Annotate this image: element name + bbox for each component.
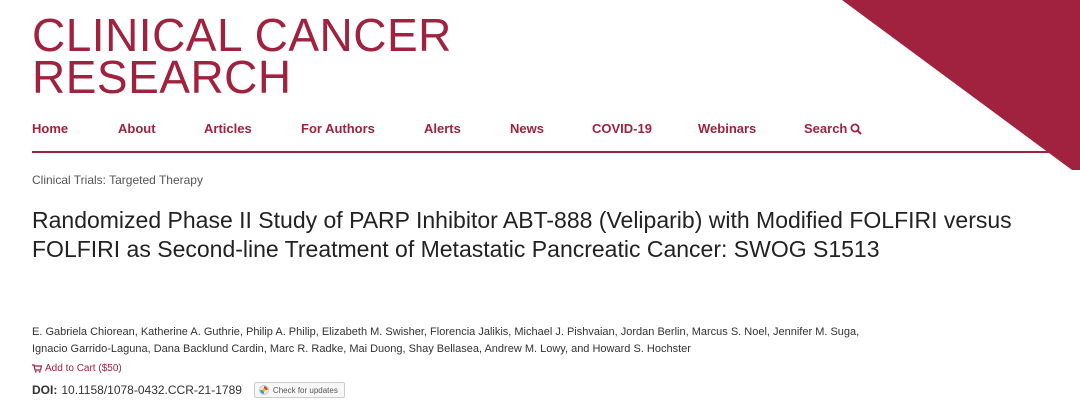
nav-search[interactable]: Search [804, 121, 863, 139]
journal-logo[interactable]: CLINICAL CANCER RESEARCH [32, 9, 452, 103]
check-for-updates-label: Check for updates [272, 385, 338, 395]
nav-news[interactable]: News [510, 121, 592, 139]
article-title: Randomized Phase II Study of PARP Inhibi… [32, 207, 1012, 262]
crossmark-icon [259, 385, 269, 395]
header-divider [32, 151, 1080, 153]
nav-alerts[interactable]: Alerts [424, 121, 510, 139]
cart-icon [32, 364, 42, 373]
main-nav: Home About Articles For Authors Alerts N… [32, 121, 863, 139]
doi-label: DOI: [32, 383, 58, 397]
logo-line-1: CLINICAL CANCER [32, 9, 452, 61]
check-for-updates-button[interactable]: Check for updates [253, 382, 345, 398]
header-corner-decoration [842, 0, 1080, 170]
nav-home[interactable]: Home [32, 121, 118, 139]
author-list: E. Gabriela Chiorean, Katherine A. Guthr… [32, 324, 1052, 358]
logo-line-2: RESEARCH [32, 51, 292, 103]
add-to-cart-link[interactable]: Add to Cart ($50) [32, 363, 122, 374]
article-category[interactable]: Clinical Trials: Targeted Therapy [32, 173, 203, 187]
authors-line-2[interactable]: Ignacio Garrido-Laguna, Dana Backlund Ca… [32, 341, 1052, 358]
nav-articles[interactable]: Articles [204, 121, 301, 139]
nav-about[interactable]: About [118, 121, 204, 139]
search-icon [850, 123, 863, 135]
doi-row: DOI: 10.1158/1078-0432.CCR-21-1789 Check… [32, 382, 345, 398]
add-to-cart-label: Add to Cart ($50) [45, 363, 122, 374]
doi-value[interactable]: 10.1158/1078-0432.CCR-21-1789 [61, 383, 242, 397]
nav-webinars[interactable]: Webinars [698, 121, 804, 139]
authors-line-1[interactable]: E. Gabriela Chiorean, Katherine A. Guthr… [32, 324, 1052, 341]
nav-for-authors[interactable]: For Authors [301, 121, 424, 139]
nav-search-label: Search [804, 121, 848, 136]
nav-covid-19[interactable]: COVID-19 [592, 121, 698, 139]
